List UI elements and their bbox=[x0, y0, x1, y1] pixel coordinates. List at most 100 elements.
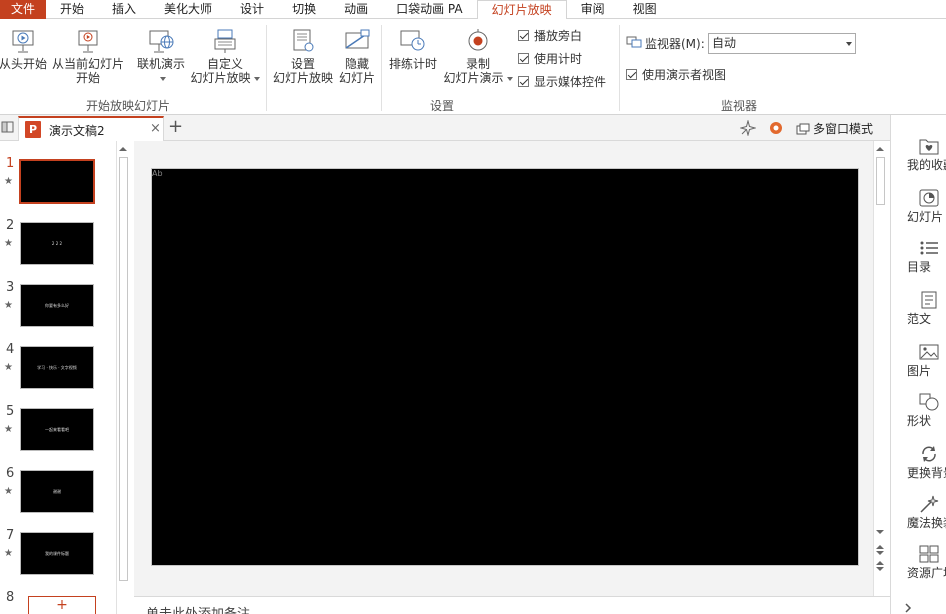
tab-beautify-master[interactable]: 美化大师 bbox=[150, 0, 226, 19]
chevron-down-icon bbox=[159, 76, 166, 81]
slide-thumbnail[interactable]: 谢谢 bbox=[20, 470, 94, 513]
use-timings-checkbox[interactable]: 使用计时 bbox=[518, 49, 582, 67]
scroll-up-icon[interactable] bbox=[119, 147, 127, 151]
play-from-current-icon bbox=[78, 30, 98, 53]
custom-show-icon bbox=[214, 29, 236, 53]
tab-transitions[interactable]: 切换 bbox=[278, 0, 330, 19]
star-icon: ★ bbox=[4, 300, 13, 311]
panel-item-templates[interactable]: 范文 bbox=[891, 291, 946, 327]
picture-icon bbox=[919, 344, 939, 360]
slide-thumbnail[interactable]: 一起来看看吧 bbox=[20, 408, 94, 451]
from-current-slide-button[interactable]: 从当前幻灯片 开始 bbox=[52, 27, 124, 85]
tab-home[interactable]: 开始 bbox=[46, 0, 98, 19]
heart-folder-icon bbox=[919, 139, 939, 155]
slide-corner-mark: Ab bbox=[152, 169, 163, 178]
chevron-down-icon bbox=[506, 76, 513, 81]
ribbon: 从头开始 从当前幻灯片 开始 联机演示 自定义 幻灯片放映 开始放映幻灯片 设置… bbox=[0, 19, 946, 115]
group-divider bbox=[381, 25, 382, 111]
tab-pocket-animation[interactable]: 口袋动画 PA bbox=[382, 0, 477, 19]
play-from-start-icon bbox=[12, 30, 34, 53]
record-icon bbox=[468, 29, 488, 51]
scrollbar-thumb[interactable] bbox=[119, 157, 128, 581]
slide-thumbnail[interactable]: 我的课件标题 bbox=[20, 532, 94, 575]
slide-thumbnail[interactable]: 你要有多么好 bbox=[20, 284, 94, 327]
hide-slide-icon bbox=[345, 29, 370, 49]
list-icon bbox=[920, 241, 938, 255]
star-icon: ★ bbox=[4, 362, 13, 373]
star-icon: ★ bbox=[4, 548, 13, 559]
powerpoint-file-icon: P bbox=[25, 121, 41, 138]
tab-review[interactable]: 审阅 bbox=[567, 0, 619, 19]
slides-icon bbox=[919, 189, 939, 207]
windows-icon bbox=[796, 123, 810, 135]
thumbnail-scrollbar[interactable] bbox=[116, 141, 129, 614]
panel-item-pictures[interactable]: 图片 bbox=[891, 343, 946, 379]
document-title: 演示文稿2 bbox=[49, 124, 105, 138]
panel-item-resource-plaza[interactable]: 资源广场 bbox=[891, 545, 946, 581]
from-beginning-button[interactable]: 从头开始 bbox=[0, 27, 48, 71]
play-narrations-checkbox[interactable]: 播放旁白 bbox=[518, 26, 582, 44]
hide-slide-button[interactable]: 隐藏 幻灯片 bbox=[336, 27, 378, 85]
document-tab[interactable]: P 演示文稿2 × bbox=[18, 116, 164, 141]
panel-item-change-background[interactable]: 更换背景 bbox=[891, 445, 946, 481]
sparkle-icon[interactable] bbox=[740, 120, 756, 136]
panel-item-favorites[interactable]: 我的收藏 bbox=[891, 137, 946, 173]
monitor-label: 监视器(M): bbox=[626, 34, 705, 52]
scrollbar-thumb[interactable] bbox=[876, 157, 885, 205]
slide-thumbnail[interactable] bbox=[19, 159, 95, 204]
present-online-icon bbox=[149, 30, 174, 53]
slide-scrollbar[interactable] bbox=[873, 141, 886, 596]
group-label-setup: 设置 bbox=[430, 99, 455, 113]
custom-slide-show-button[interactable]: 自定义 幻灯片放映 bbox=[188, 27, 262, 85]
previous-slide-icon[interactable] bbox=[876, 545, 884, 549]
panel-item-magic-restyle[interactable]: 魔法换装 bbox=[891, 495, 946, 531]
slide-number: 2 bbox=[6, 218, 15, 233]
multi-window-mode-button[interactable]: 多窗口模式 bbox=[796, 120, 873, 137]
group-divider bbox=[266, 25, 267, 111]
notes-pane[interactable]: 单击此处添加备注 bbox=[134, 596, 890, 614]
panel-item-toc[interactable]: 目录 bbox=[891, 239, 946, 275]
monitor-icon bbox=[626, 36, 642, 48]
tab-insert[interactable]: 插入 bbox=[98, 0, 150, 19]
pane-toggle-icon[interactable] bbox=[1, 120, 15, 134]
set-up-slide-show-button[interactable]: 设置 幻灯片放映 bbox=[270, 27, 336, 85]
scroll-up-icon[interactable] bbox=[876, 147, 884, 151]
current-slide[interactable]: Ab bbox=[151, 168, 859, 566]
slide-number: 6 bbox=[6, 466, 15, 481]
next-slide-icon bbox=[876, 561, 884, 565]
slide-number: 4 bbox=[6, 342, 15, 357]
tab-slide-show[interactable]: 幻灯片放映 bbox=[476, 0, 567, 20]
scroll-down-icon[interactable] bbox=[876, 530, 884, 534]
chevron-down-icon bbox=[253, 76, 260, 81]
group-divider bbox=[619, 25, 620, 111]
close-icon[interactable]: × bbox=[150, 121, 161, 136]
star-icon: ★ bbox=[4, 486, 13, 497]
checkbox-checked-icon bbox=[626, 68, 637, 80]
tab-file[interactable]: 文件 bbox=[0, 0, 46, 19]
gear-icon[interactable] bbox=[768, 120, 784, 136]
show-media-controls-checkbox[interactable]: 显示媒体控件 bbox=[518, 72, 606, 90]
present-online-button[interactable]: 联机演示 bbox=[134, 27, 188, 85]
tab-animations[interactable]: 动画 bbox=[330, 0, 382, 19]
monitor-select[interactable]: 自动 bbox=[708, 33, 856, 54]
panel-item-shapes[interactable]: 形状 bbox=[891, 393, 946, 429]
tab-design[interactable]: 设计 bbox=[226, 0, 278, 19]
slide-thumbnail[interactable]: 2 2 2 bbox=[20, 222, 94, 265]
group-label-monitor: 监视器 bbox=[721, 99, 758, 113]
star-icon: ★ bbox=[4, 176, 13, 187]
add-slide-button[interactable]: + bbox=[28, 596, 96, 614]
use-presenter-view-checkbox[interactable]: 使用演示者视图 bbox=[626, 65, 726, 83]
chevron-right-icon[interactable] bbox=[903, 603, 913, 613]
panel-item-slides[interactable]: 幻灯片 bbox=[891, 189, 946, 225]
next-slide-icon[interactable] bbox=[876, 567, 884, 571]
new-tab-button[interactable]: + bbox=[168, 117, 183, 137]
slide-number: 7 bbox=[6, 528, 15, 543]
group-label-start: 开始放映幻灯片 bbox=[86, 99, 171, 113]
record-slide-show-button[interactable]: 录制 幻灯片演示 bbox=[442, 27, 514, 85]
rehearse-timings-button[interactable]: 排练计时 bbox=[386, 27, 440, 71]
slide-thumbnail[interactable]: 学习 · 快乐 · 文字视频 bbox=[20, 346, 94, 389]
checkbox-checked-icon bbox=[518, 52, 529, 64]
tab-view[interactable]: 视图 bbox=[619, 0, 671, 19]
slide-editing-area: Ab bbox=[134, 141, 873, 596]
slide-number: 5 bbox=[6, 404, 15, 419]
